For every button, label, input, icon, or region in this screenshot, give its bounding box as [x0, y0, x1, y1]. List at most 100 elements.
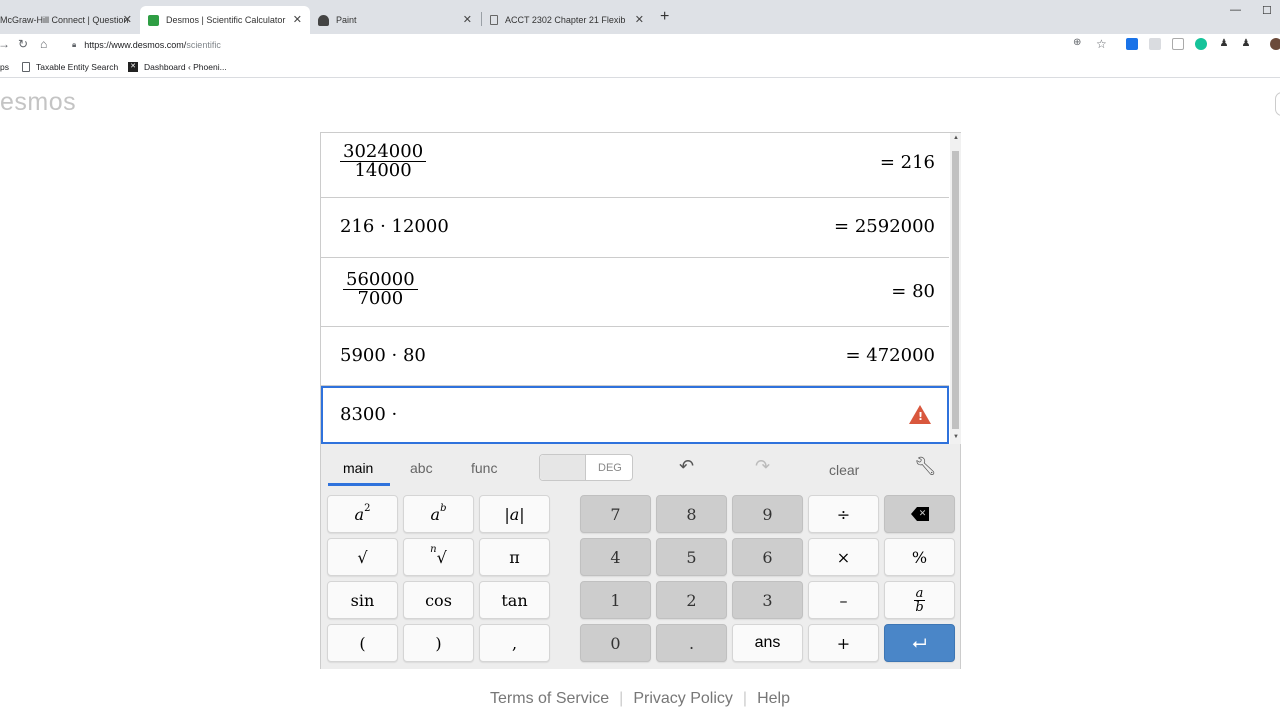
tab-abc[interactable]: abc [410, 460, 433, 476]
key-7[interactable]: 7 [580, 495, 651, 533]
deg-label: DEG [598, 462, 622, 474]
sqrt-key[interactable]: √ [327, 538, 398, 576]
key-0[interactable]: 0 [580, 624, 651, 662]
ans-key[interactable]: ans [732, 624, 803, 662]
expression-row-active[interactable]: 8300 · [321, 386, 949, 444]
fraction-expression: 3024000 14000 [340, 143, 427, 181]
close-icon[interactable]: ✕ [293, 13, 302, 26]
star-icon[interactable]: ☆ [1096, 37, 1107, 51]
extension-bookmark-icon[interactable] [1126, 38, 1138, 50]
bookmark-apps[interactable]: ps [0, 62, 9, 72]
scrollbar-thumb[interactable] [952, 151, 959, 429]
sin-key[interactable]: sin [327, 581, 398, 619]
extension-icon[interactable]: ♟ [1218, 38, 1230, 50]
pi-key[interactable]: π [479, 538, 550, 576]
bookmark-label: Taxable Entity Search [36, 62, 119, 72]
percent-key[interactable]: % [884, 538, 955, 576]
denominator: 14000 [354, 160, 412, 181]
avatar[interactable] [1270, 38, 1280, 50]
url-path: scientific [186, 40, 221, 50]
extension-icon[interactable] [1149, 38, 1161, 50]
abs-key[interactable]: |a| [479, 495, 550, 533]
right-paren-key[interactable]: ) [403, 624, 474, 662]
scroll-down-icon[interactable]: ▼ [953, 434, 959, 440]
key-4[interactable]: 4 [580, 538, 651, 576]
cos-key[interactable]: cos [403, 581, 474, 619]
fraction-key[interactable]: a b [884, 581, 955, 619]
minimize-icon[interactable]: — [1230, 4, 1241, 16]
address-bar[interactable]: 🔒︎ https://www.desmos.com/scientific [66, 36, 1126, 54]
expression-scrollbar[interactable]: ▲ ▼ [950, 133, 961, 444]
tab-acct-2302[interactable]: ACCT 2302 Chapter 21 Flexible B ✕ [482, 6, 652, 34]
tab-desmos[interactable]: Desmos | Scientific Calculator ✕ [140, 6, 310, 34]
nth-root-key[interactable]: n √ [403, 538, 474, 576]
paint-favicon-icon [318, 14, 329, 26]
key-5[interactable]: 5 [656, 538, 727, 576]
maximize-icon[interactable]: ☐ [1262, 4, 1272, 17]
power-key[interactable]: ab [403, 495, 474, 533]
scroll-up-icon[interactable]: ▲ [953, 135, 959, 141]
expression-row[interactable]: 560000 7000 = 80 [321, 258, 949, 327]
scientific-calculator: 3024000 14000 = 216 216 · 12000 = 259200… [320, 132, 961, 669]
tab-func[interactable]: func [471, 460, 497, 476]
expression-row[interactable]: 3024000 14000 = 216 [321, 133, 949, 198]
browser-toolbar: → ↻ ⌂ 🔒︎ https://www.desmos.com/scientif… [0, 34, 1280, 56]
new-tab-icon[interactable]: + [660, 8, 669, 26]
privacy-link[interactable]: Privacy Policy [633, 690, 733, 707]
desmos-logo[interactable]: esmos [0, 88, 76, 117]
angle-mode-toggle[interactable]: DEG [539, 454, 633, 481]
clear-button[interactable]: clear [829, 462, 859, 478]
terms-link[interactable]: Terms of Service [490, 690, 609, 707]
footer-separator: | [619, 690, 624, 707]
comma-key[interactable]: , [479, 624, 550, 662]
document-icon [22, 62, 30, 72]
tab-mcgraw-hill[interactable]: McGraw-Hill Connect | Question ✕ [0, 6, 140, 34]
expression-row[interactable]: 5900 · 80 = 472000 [321, 327, 949, 386]
tan-key[interactable]: tan [479, 581, 550, 619]
help-link[interactable]: Help [757, 690, 790, 707]
login-button[interactable] [1275, 92, 1280, 116]
expression-result: = 216 [879, 152, 935, 173]
expression-row[interactable]: 216 · 12000 = 2592000 [321, 198, 949, 258]
backspace-key[interactable]: ✕ [884, 495, 955, 533]
undo-icon[interactable]: ↶ [679, 456, 694, 477]
tab-main[interactable]: main [343, 460, 373, 476]
bookmark-taxable-entity[interactable]: Taxable Entity Search [22, 62, 118, 72]
key-8[interactable]: 8 [656, 495, 727, 533]
key-6[interactable]: 6 [732, 538, 803, 576]
close-icon[interactable]: ✕ [463, 13, 472, 26]
key-1[interactable]: 1 [580, 581, 651, 619]
expression-result: = 80 [891, 281, 935, 302]
settings-wrench-icon[interactable]: 🔧︎ [914, 456, 937, 477]
tab-paint[interactable]: Paint ✕ [310, 6, 480, 34]
close-icon[interactable]: ✕ [123, 13, 132, 26]
plus-key[interactable]: + [808, 624, 879, 662]
bookmarks-bar: ps Taxable Entity Search ✕ Dashboard ‹ P… [0, 56, 1280, 78]
key-3[interactable]: 3 [732, 581, 803, 619]
reload-icon[interactable]: ↻ [18, 37, 28, 51]
extension-icon[interactable] [1172, 38, 1184, 50]
square-key[interactable]: a2 [327, 495, 398, 533]
warning-icon[interactable] [909, 405, 931, 424]
close-icon[interactable]: ✕ [635, 13, 644, 26]
left-paren-key[interactable]: ( [327, 624, 398, 662]
home-icon[interactable]: ⌂ [40, 37, 47, 51]
zoom-icon[interactable]: ⊕ [1073, 37, 1081, 48]
minus-key[interactable]: – [808, 581, 879, 619]
multiply-key[interactable]: × [808, 538, 879, 576]
extension-icon[interactable]: ♟ [1240, 38, 1252, 50]
enter-key[interactable]: ⮠ [884, 624, 955, 662]
expression-input: 216 · 12000 [340, 216, 449, 237]
divide-key[interactable]: ÷ [808, 495, 879, 533]
denominator: 7000 [357, 288, 404, 309]
grammarly-icon[interactable] [1195, 38, 1207, 50]
key-2[interactable]: 2 [656, 581, 727, 619]
tab-title: ACCT 2302 Chapter 21 Flexible B [505, 15, 625, 25]
bookmark-dashboard[interactable]: ✕ Dashboard ‹ Phoeni... [128, 62, 227, 72]
decimal-key[interactable]: . [656, 624, 727, 662]
forward-arrow-icon[interactable]: → [0, 37, 10, 51]
bookmark-label: Dashboard ‹ Phoeni... [144, 62, 227, 72]
key-9[interactable]: 9 [732, 495, 803, 533]
desmos-favicon-icon [148, 14, 159, 26]
expression-input[interactable]: 8300 · [340, 404, 397, 425]
